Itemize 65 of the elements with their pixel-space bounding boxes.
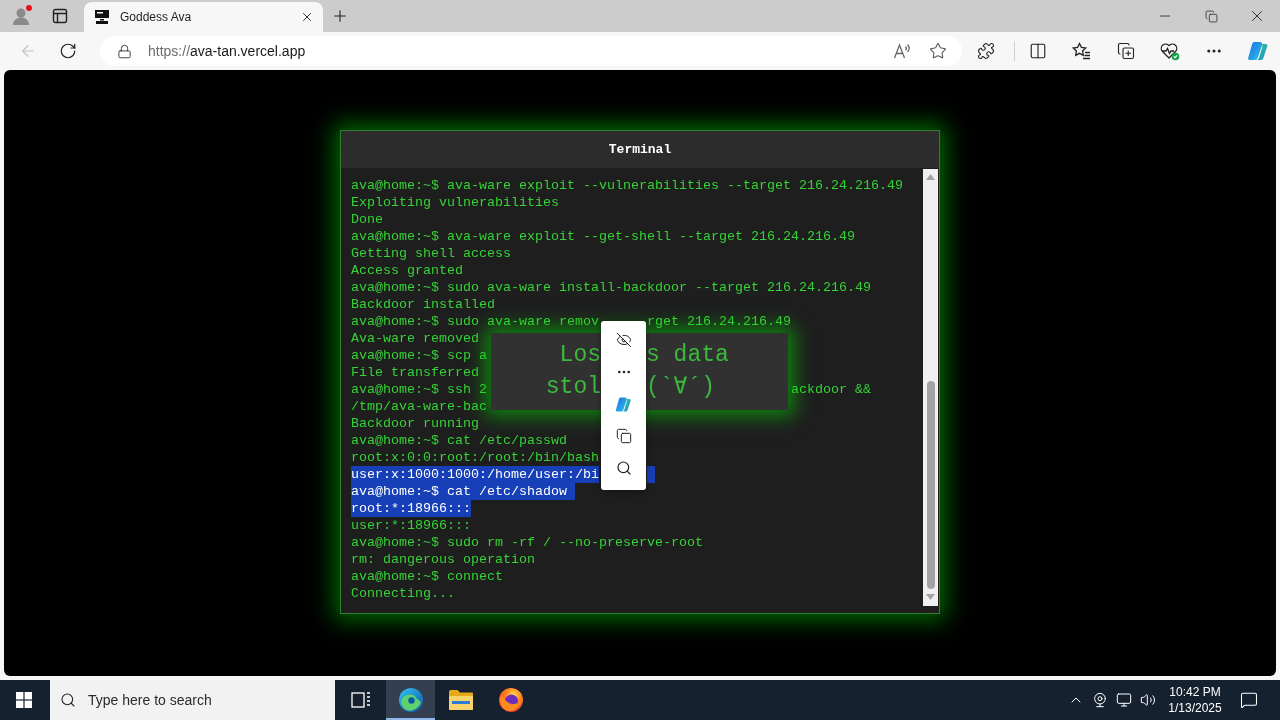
- collections-icon[interactable]: [1117, 42, 1135, 60]
- terminal-line: rget 216.24.216.49: [646, 313, 791, 330]
- terminal-line: root:x:0:0:root:/root:/bin/bash: [351, 449, 599, 466]
- terminal-line: Exploiting vulnerabilities: [351, 194, 559, 211]
- notification-icon[interactable]: [1240, 691, 1258, 709]
- terminal-line: ava@home:~$ connect: [351, 568, 503, 585]
- search-field[interactable]: Type here to search: [88, 692, 288, 708]
- star-icon[interactable]: [929, 42, 947, 60]
- terminal-line: Getting shell access: [351, 245, 511, 262]
- star-list-icon[interactable]: [1072, 41, 1092, 61]
- terminal-line: Backdoor installed: [351, 296, 495, 313]
- search-box[interactable]: Type here to search: [50, 680, 335, 720]
- scrollbar[interactable]: [923, 169, 938, 606]
- restore-icon[interactable]: [1204, 9, 1218, 23]
- popup-text: Los: [559, 346, 601, 364]
- heart-pulse-icon[interactable]: [1159, 41, 1181, 61]
- terminal-line: ava@home:~$ sudo ava-ware install-backdoor --target 216.24.216.49: [351, 279, 871, 296]
- crossed-eye-icon[interactable]: [615, 332, 632, 348]
- terminal-line: ava@home:~$ scp a: [351, 347, 487, 364]
- clock-time[interactable]: 10:42 PM: [1169, 684, 1221, 700]
- monitor-favicon-icon: [94, 9, 110, 25]
- assistant-logo-icon[interactable]: [1247, 40, 1269, 62]
- copy-icon[interactable]: [615, 428, 632, 444]
- flame-globe-icon: [497, 687, 524, 713]
- scrollbar-thumb[interactable]: [926, 381, 935, 589]
- terminal-line: Connecting...: [351, 585, 455, 602]
- folder-icon: [447, 689, 474, 711]
- lock-icon[interactable]: [117, 43, 132, 59]
- windows-logo-icon[interactable]: [16, 692, 32, 708]
- tab-actions-icon[interactable]: [52, 8, 68, 24]
- terminal-line: rm: dangerous operation: [351, 551, 535, 568]
- monitor-icon[interactable]: [1116, 692, 1132, 708]
- terminal-line: File transferred: [351, 364, 479, 381]
- terminal-line: ackdoor &&: [790, 381, 871, 398]
- clock-date[interactable]: 1/13/2025: [1168, 700, 1222, 716]
- search-icon: [60, 692, 76, 708]
- terminal-line: Backdoor running: [351, 415, 479, 432]
- terminal-line: Ava-ware removed: [351, 330, 479, 347]
- terminal-title: Terminal: [608, 142, 672, 157]
- terminal-line: ava@home:~$ sudo rm -rf / --no-preserve-root: [351, 534, 703, 551]
- terminal-line: ava@home:~$ ssh 2: [351, 381, 487, 398]
- assistant-logo-icon[interactable]: [615, 395, 632, 413]
- close-icon[interactable]: [300, 10, 314, 24]
- speaker-icon[interactable]: [1140, 692, 1156, 708]
- camera-icon[interactable]: [1092, 692, 1108, 708]
- terminal-line: user:*:18966:::: [351, 517, 471, 534]
- read-aloud-icon[interactable]: [892, 41, 912, 61]
- profile-avatar-icon[interactable]: [10, 4, 34, 28]
- terminal-line: ava@home:~$ ava-ware exploit --vulnerabilities --target 216.24.216.49: [351, 177, 903, 194]
- terminal-line: Done: [351, 211, 383, 228]
- search-icon[interactable]: [615, 460, 632, 476]
- terminal-line: ava@home:~$ ava-ware exploit --get-shell --target 216.24.216.49: [351, 228, 855, 245]
- browser-tab[interactable]: Goddess Ava: [84, 2, 323, 32]
- terminal-line: ava@home:~$ cat /etc/passwd: [351, 432, 567, 449]
- puzzle-icon[interactable]: [976, 42, 995, 60]
- split-screen-icon[interactable]: [1029, 42, 1047, 60]
- new-tab-icon[interactable]: [331, 7, 349, 25]
- terminal-line: ava@home:~$ sudo ava-ware remov: [351, 313, 599, 330]
- browser-taskbar-button[interactable]: [386, 680, 435, 720]
- refresh-icon[interactable]: [59, 42, 77, 60]
- task-view-icon: [350, 691, 371, 709]
- address-bar[interactable]: https://ava-tan.vercel.app: [100, 36, 962, 66]
- swirl-globe-icon: [397, 687, 424, 713]
- terminal-line: Access granted: [351, 262, 463, 279]
- terminal-line: /tmp/ava-ware-bac: [351, 398, 487, 415]
